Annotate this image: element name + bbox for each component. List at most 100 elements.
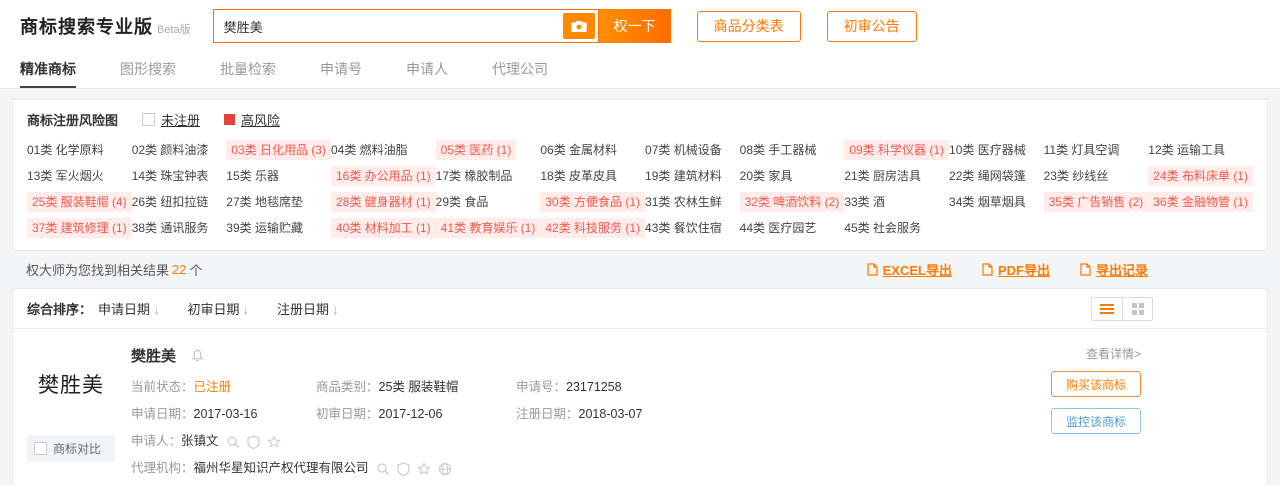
app-title: 商标搜索专业版 (20, 13, 153, 39)
risk-category[interactable]: 29类 食品 (436, 193, 541, 210)
risk-category[interactable]: 12类 运输工具 (1148, 141, 1253, 158)
risk-category[interactable]: 20类 家具 (740, 167, 845, 184)
risk-category[interactable]: 01类 化学原料 (27, 141, 132, 158)
tab[interactable]: 代理公司 (492, 52, 548, 88)
risk-category[interactable]: 40类 材料加工 (1) (331, 219, 436, 236)
export-link[interactable]: PDF导出 (982, 260, 1050, 279)
sort-down-arrow-icon: ↓ (153, 302, 160, 317)
risk-category[interactable]: 05类 医药 (1) (436, 141, 541, 158)
tab[interactable]: 申请号 (320, 52, 362, 88)
sort-option[interactable]: 注册日期↓ (277, 299, 339, 318)
info-row-applicant: 申请人： 张镇文 (131, 428, 1001, 455)
risk-category[interactable]: 13类 军火烟火 (27, 167, 132, 184)
search-icon[interactable] (376, 462, 390, 476)
risk-category[interactable]: 02类 颜料油漆 (132, 141, 227, 158)
risk-category[interactable]: 26类 纽扣拉链 (132, 193, 227, 210)
header: 商标搜索专业版 Beta版 权一下 商品分类表 初审公告 (0, 0, 1280, 52)
risk-category[interactable]: 34类 烟草烟具 (949, 193, 1044, 210)
export-links: EXCEL导出 PDF导出 导出记录 (867, 260, 1148, 279)
export-link[interactable]: 导出记录 (1080, 260, 1148, 279)
shield-icon[interactable] (247, 435, 260, 449)
result-info-rows: 当前状态：已注册 商品类别：25类 服装鞋帽 申请号：23171258 申请日期… (131, 374, 1001, 485)
risk-category[interactable]: 35类 广告销售 (2) (1044, 193, 1149, 210)
risk-category[interactable]: 18类 皮革皮具 (540, 167, 645, 184)
risk-category[interactable]: 11类 灯具空调 (1044, 141, 1149, 158)
search-icon[interactable] (226, 435, 240, 449)
export-doc-icon (982, 263, 993, 276)
sort-options: 申请日期↓ 初审日期↓ 注册日期↓ (98, 299, 339, 318)
search-input[interactable] (214, 19, 563, 34)
risk-category[interactable]: 36类 金融物管 (1) (1148, 193, 1253, 210)
risk-category[interactable]: 25类 服装鞋帽 (4) (27, 193, 132, 210)
status-value: 已注册 (194, 380, 232, 394)
risk-category[interactable]: 08类 手工器械 (740, 141, 845, 158)
globe-icon[interactable] (438, 462, 452, 476)
grid-view-icon (1132, 303, 1144, 315)
risk-category[interactable]: 27类 地毯席垫 (226, 193, 331, 210)
grid-view-button[interactable] (1122, 298, 1152, 320)
risk-category[interactable]: 04类 燃料油脂 (331, 141, 436, 158)
header-action-button[interactable]: 初审公告 (827, 11, 917, 42)
risk-category[interactable]: 44类 医疗园艺 (740, 219, 845, 236)
export-link[interactable]: EXCEL导出 (867, 260, 952, 279)
risk-category[interactable]: 42类 科技服务 (1) (540, 219, 645, 236)
risk-category[interactable]: 24类 布料床单 (1) (1148, 167, 1253, 184)
risk-category[interactable]: 45类 社会服务 (844, 219, 949, 236)
risk-category[interactable]: 33类 酒 (844, 193, 949, 210)
risk-category[interactable]: 09类 科学仪器 (1) (844, 141, 949, 158)
risk-category[interactable]: 37类 建筑修理 (1) (27, 219, 132, 236)
tab[interactable]: 精准商标 (20, 52, 76, 88)
risk-category[interactable]: 06类 金属材料 (540, 141, 645, 158)
field-application-date: 申请日期：2017-03-16 (131, 401, 316, 428)
risk-category[interactable]: 03类 日化用品 (3) (226, 141, 331, 158)
view-details-link[interactable]: 查看详情> (1086, 345, 1141, 362)
sort-option[interactable]: 初审日期↓ (188, 299, 250, 318)
image-search-button[interactable] (563, 13, 595, 39)
high-risk-square-icon (224, 114, 235, 125)
risk-category[interactable]: 30类 方便食品 (1) (540, 193, 645, 210)
buy-trademark-button[interactable]: 购买该商标 (1051, 371, 1141, 397)
star-icon[interactable] (267, 435, 281, 449)
shield-icon[interactable] (397, 462, 410, 476)
search-mode-tabs: 精准商标 图形搜索 批量检索 申请号 申请人 代理公司 (0, 52, 1280, 89)
risk-category[interactable]: 15类 乐器 (226, 167, 331, 184)
tab[interactable]: 申请人 (406, 52, 448, 88)
risk-category[interactable]: 39类 运输贮藏 (226, 219, 331, 236)
result-title-link[interactable]: 樊胜美 (131, 345, 176, 366)
unregistered-checkbox[interactable] (142, 113, 155, 126)
tab[interactable]: 图形搜索 (120, 52, 176, 88)
bell-icon (191, 349, 204, 362)
search-submit-button[interactable]: 权一下 (599, 9, 671, 43)
monitor-trademark-button[interactable]: 监控该商标 (1051, 408, 1141, 434)
legend-unregistered[interactable]: 未注册 (142, 110, 200, 129)
risk-category[interactable]: 43类 餐饮住宿 (645, 219, 740, 236)
tab[interactable]: 批量检索 (220, 52, 276, 88)
list-view-button[interactable] (1092, 298, 1122, 320)
risk-category[interactable]: 14类 珠宝钟表 (132, 167, 227, 184)
risk-category[interactable]: 19类 建筑材料 (645, 167, 740, 184)
star-icon[interactable] (417, 462, 431, 476)
search-box (213, 9, 599, 43)
field-goods-class: 商品类别：25类 服装鞋帽 (316, 374, 516, 401)
field-first-trial-date: 初审日期：2017-12-06 (316, 401, 516, 428)
risk-category[interactable]: 10类 医疗器械 (949, 141, 1044, 158)
risk-category[interactable]: 21类 厨房洁具 (844, 167, 949, 184)
risk-category[interactable]: 16类 办公用品 (1) (331, 167, 436, 184)
risk-category[interactable]: 38类 通讯服务 (132, 219, 227, 236)
compare-toggle[interactable]: 商标对比 (27, 435, 115, 462)
risk-category[interactable]: 17类 橡胶制品 (436, 167, 541, 184)
risk-category[interactable]: 41类 教育娱乐 (1) (436, 219, 541, 236)
risk-map-title: 商标注册风险图 (27, 110, 118, 129)
compare-checkbox[interactable] (34, 442, 47, 455)
risk-category[interactable]: 31类 农林生鲜 (645, 193, 740, 210)
risk-category[interactable]: 28类 健身器材 (1) (331, 193, 436, 210)
risk-category[interactable]: 07类 机械设备 (645, 141, 740, 158)
sort-option[interactable]: 申请日期↓ (98, 299, 160, 318)
header-action-button[interactable]: 商品分类表 (697, 11, 801, 42)
risk-category[interactable]: 32类 啤酒饮料 (2) (740, 193, 845, 210)
risk-category[interactable]: 22类 绳网袋篷 (949, 167, 1044, 184)
camera-icon (571, 20, 587, 33)
trademark-image[interactable]: 樊胜美 (27, 357, 115, 411)
risk-category[interactable]: 23类 纱线丝 (1044, 167, 1149, 184)
legend-high-risk[interactable]: 高风险 (224, 110, 280, 129)
